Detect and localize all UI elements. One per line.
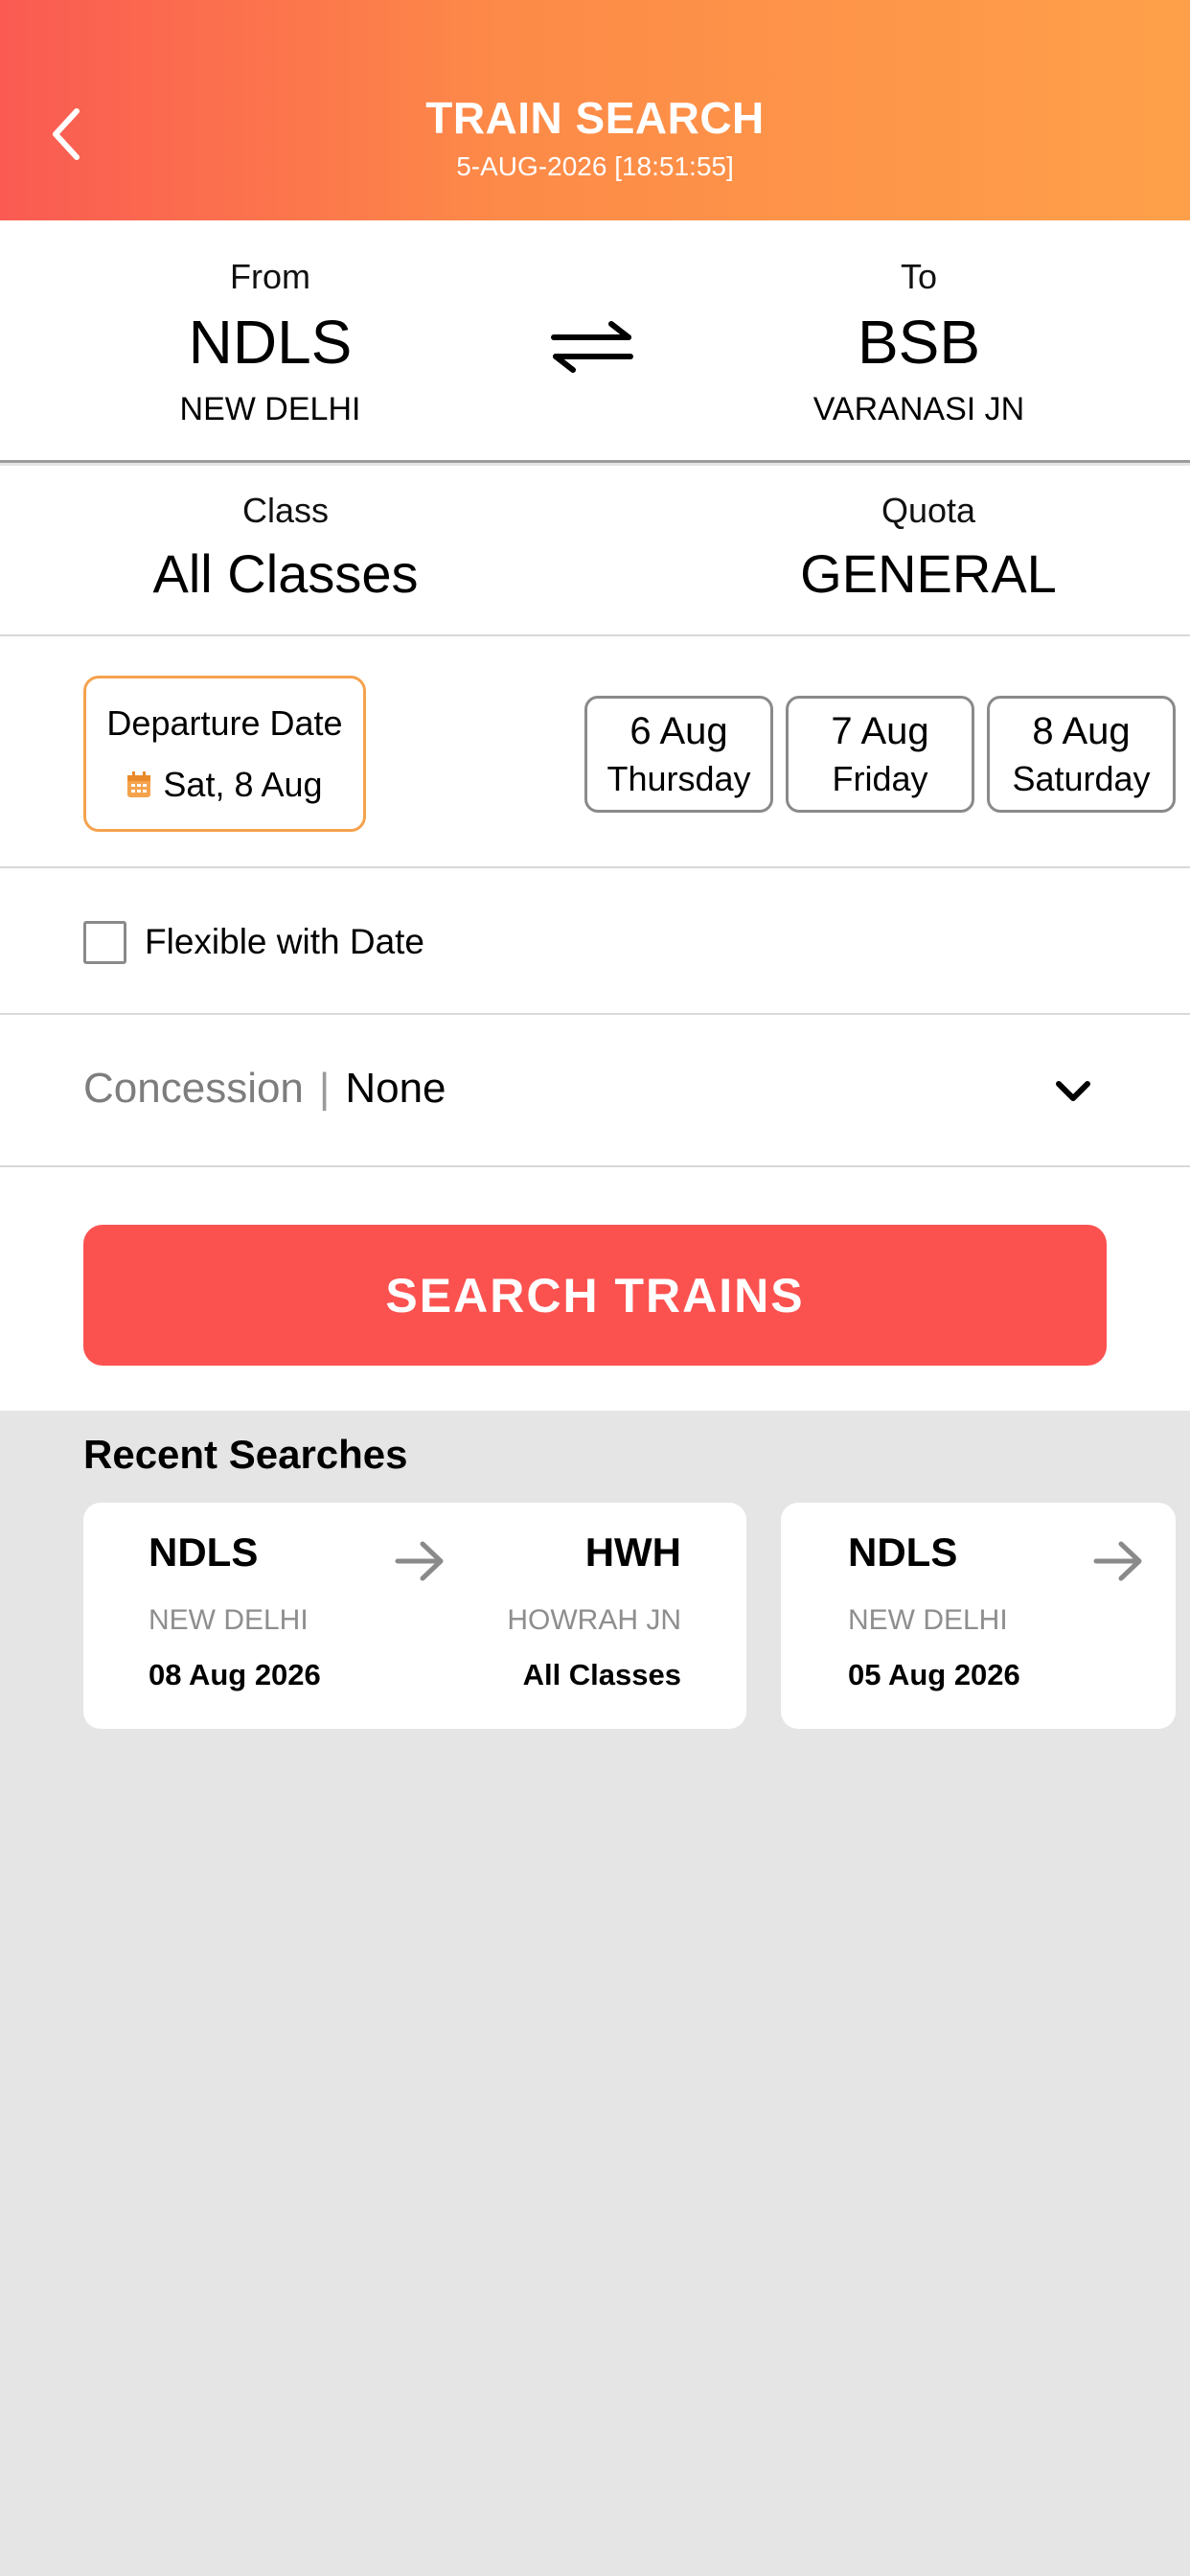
recent-from-name: NEW DELHI	[848, 1604, 1008, 1636]
recent-date: 08 Aug 2026	[149, 1658, 321, 1691]
recent-date: 05 Aug 2026	[848, 1658, 1020, 1691]
date-chip-day: Saturday	[1012, 759, 1151, 798]
class-quota-section: Class All Classes Quota GENERAL	[0, 466, 1190, 636]
class-label: Class	[241, 491, 330, 530]
recent-from-name: NEW DELHI	[149, 1604, 309, 1636]
page-title: TRAIN SEARCH	[425, 93, 765, 143]
header-bar: TRAIN SEARCH 5-AUG-2026 [18:51:55]	[0, 0, 1190, 220]
recent-from-code: NDLS	[848, 1530, 958, 1575]
search-trains-button[interactable]: SEARCH TRAINS	[83, 1225, 1107, 1366]
chevron-down-icon	[1056, 1081, 1090, 1101]
date-chip[interactable]: 8 Aug Saturday	[987, 696, 1176, 813]
flexible-date-label: Flexible with Date	[145, 922, 425, 961]
flexible-date-checkbox[interactable]	[83, 921, 126, 964]
recent-to-code: HWH	[584, 1530, 681, 1575]
recent-from-code: NDLS	[149, 1530, 259, 1575]
concession-row: Concession | None	[83, 1065, 446, 1113]
date-chip-date: 8 Aug	[1032, 710, 1131, 752]
recent-search-card[interactable]: NDLS NEW DELHI 08 Aug 2026 HWH HOWRAH JN…	[83, 1503, 746, 1729]
to-station-name: VARANASI JN	[812, 391, 1025, 427]
date-chip-date: 6 Aug	[629, 710, 728, 752]
arrow-right-icon	[1093, 1541, 1142, 1581]
from-station[interactable]: From NDLS NEW DELHI	[59, 257, 481, 428]
quota-label: Quota	[881, 491, 976, 530]
swap-arrows-icon	[551, 321, 633, 373]
quota-value: GENERAL	[800, 543, 1057, 604]
recent-class: All Classes	[522, 1658, 681, 1691]
class-value: All Classes	[152, 543, 419, 604]
date-chip-date: 7 Aug	[831, 710, 929, 752]
recent-search-card[interactable]: NDLS NEW DELHI 05 Aug 2026	[781, 1503, 1176, 1729]
date-chip[interactable]: 7 Aug Friday	[786, 696, 974, 813]
swap-stations-button[interactable]	[544, 318, 640, 376]
from-station-code: NDLS	[188, 308, 353, 377]
departure-date-picker[interactable]: Departure Date Sat, 8 Aug	[83, 676, 366, 832]
to-station-code: BSB	[857, 308, 981, 377]
to-label: To	[900, 257, 938, 296]
concession-section[interactable]: Concession | None	[0, 1015, 1190, 1167]
date-section: Departure Date Sat, 8 Aug 6 Aug Thursday…	[0, 636, 1190, 868]
date-chip-day: Thursday	[606, 759, 751, 798]
page-subtitle-datetime: 5-AUG-2026 [18:51:55]	[456, 151, 734, 181]
quota-selector[interactable]: Quota GENERAL	[718, 491, 1139, 605]
departure-date-value: Sat, 8 Aug	[163, 765, 323, 804]
from-label: From	[230, 257, 310, 296]
concession-dropdown-toggle[interactable]	[1049, 1072, 1097, 1111]
concession-separator: |	[318, 1065, 331, 1112]
from-station-name: NEW DELHI	[179, 391, 361, 427]
recent-searches-title: Recent Searches	[83, 1432, 408, 1477]
flexible-date-section: Flexible with Date	[0, 868, 1190, 1015]
search-button-section: SEARCH TRAINS	[0, 1167, 1190, 1411]
date-chip-day: Friday	[832, 759, 928, 798]
calendar-icon	[127, 771, 151, 797]
arrow-right-icon	[395, 1541, 444, 1581]
departure-date-row: Sat, 8 Aug	[86, 765, 363, 805]
route-section: From NDLS NEW DELHI To BSB VARANASI JN	[0, 220, 1190, 463]
departure-date-label: Departure Date	[106, 703, 343, 743]
concession-label: Concession	[83, 1065, 304, 1112]
recent-to-name: HOWRAH JN	[507, 1604, 681, 1636]
to-station[interactable]: To BSB VARANASI JN	[708, 257, 1130, 428]
date-chip[interactable]: 6 Aug Thursday	[584, 696, 773, 813]
concession-value: None	[345, 1065, 446, 1112]
class-selector[interactable]: Class All Classes	[75, 491, 496, 605]
